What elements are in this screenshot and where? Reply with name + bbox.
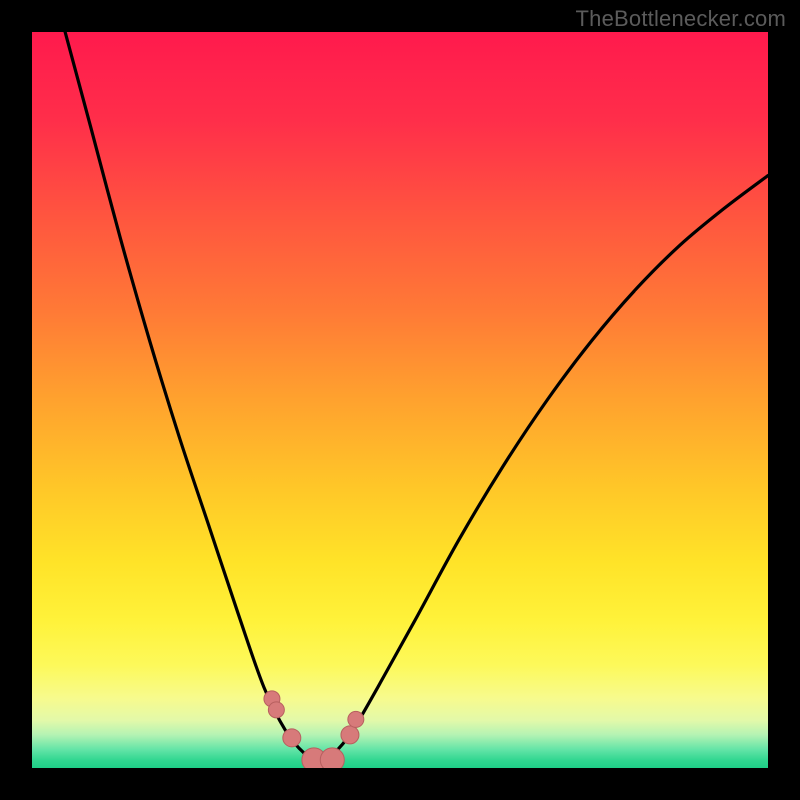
highlight-dot <box>283 729 301 747</box>
highlight-dots <box>32 32 768 768</box>
watermark-text: TheBottlenecker.com <box>576 6 786 32</box>
highlight-dot <box>268 702 284 718</box>
highlight-dot <box>341 726 359 744</box>
highlight-dot <box>320 748 344 768</box>
highlight-dot <box>348 711 364 727</box>
plot-area <box>32 32 768 768</box>
chart-stage: TheBottlenecker.com <box>0 0 800 800</box>
